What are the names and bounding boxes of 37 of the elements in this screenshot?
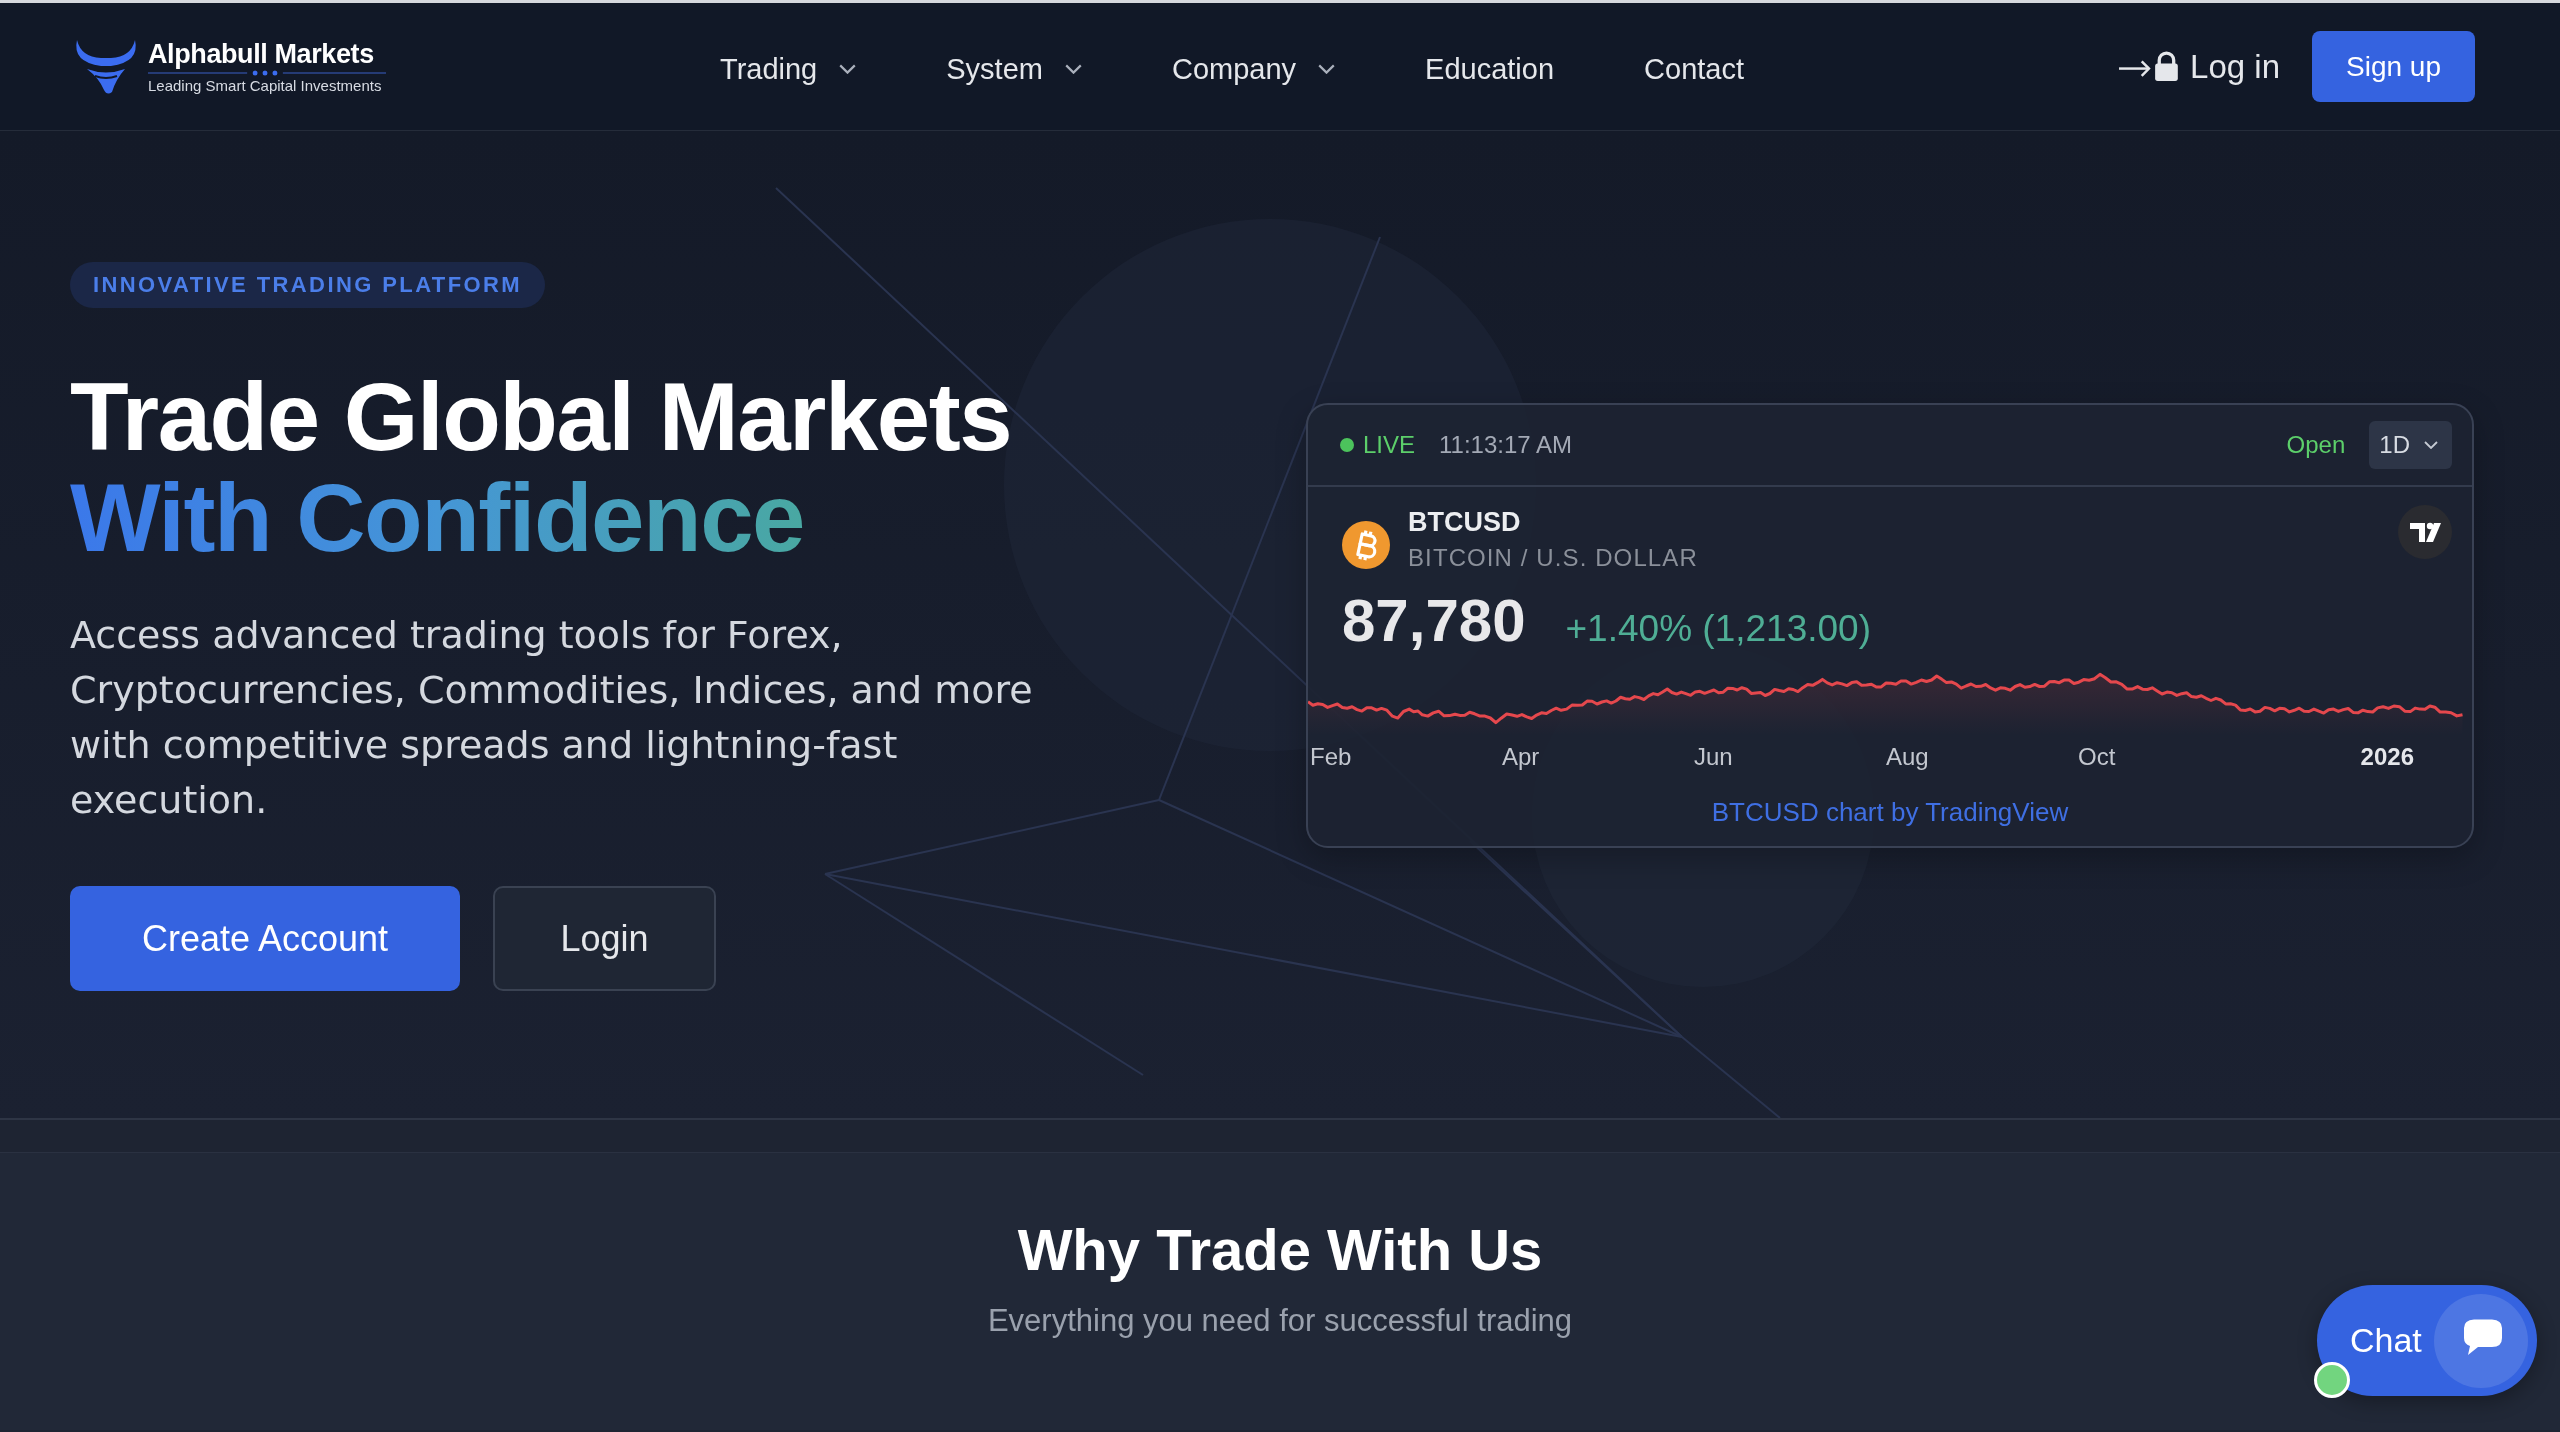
chevron-down-icon — [2424, 441, 2438, 449]
clock-time: 11:13:17 AM — [1439, 431, 1572, 459]
create-account-button[interactable]: Create Account — [70, 886, 460, 991]
nav-link[interactable]: Trading — [720, 52, 857, 86]
chat-bubble-icon — [2434, 1293, 2528, 1388]
market-status: Open — [2286, 431, 2346, 459]
price-value: 87,780 — [1342, 589, 1526, 653]
axis-label: Oct — [2078, 743, 2117, 772]
chevron-down-icon — [839, 64, 857, 74]
section-subtitle: Everything you need for successful trading — [987, 1302, 1573, 1340]
brand-name: Alphabull Markets — [148, 38, 375, 69]
hero-badge: INNOVATIVE TRADING PLATFORM — [70, 262, 545, 308]
nav-link[interactable]: Education — [1425, 52, 1555, 86]
signup-button[interactable]: Sign up — [2312, 31, 2475, 102]
interval-dropdown[interactable]: 1D — [2369, 421, 2452, 469]
axis-label: Apr — [1502, 743, 1541, 772]
login-button[interactable]: Login — [493, 886, 716, 991]
chevron-down-icon — [1064, 64, 1082, 74]
axis-label: 2026 — [2360, 743, 2414, 772]
nav-link[interactable]: System — [946, 52, 1082, 86]
ticker-description: BITCOIN / U.S. DOLLAR — [1408, 543, 1698, 573]
hero-heading: Trade Global Markets — [70, 366, 1011, 467]
axis-label: Jun — [1694, 743, 1734, 772]
axis-label: Feb — [1310, 743, 1353, 772]
coin-icon — [1342, 521, 1390, 569]
section-heading: Why Trade With Us — [1017, 1216, 1543, 1284]
axis-label: Aug — [1886, 743, 1930, 772]
price-change: +1.40% (1,213.00) — [1565, 608, 1871, 650]
nav-link[interactable]: Contact — [1644, 52, 1745, 86]
login-link[interactable]: Log in — [2118, 47, 2280, 86]
hero-description: Access advanced trading tools for Forex, Cryptocurrencies, Commodities, Indices, and more with competitive spreads and lightning-fast execution. — [70, 612, 1034, 824]
chevron-down-icon — [1318, 64, 1336, 74]
ticker-symbol: BTCUSD — [1408, 506, 1522, 539]
nav-link[interactable]: Company — [1171, 52, 1336, 86]
brand-tagline: Leading Smart Capital Investments — [148, 76, 383, 95]
logo-badge-icon[interactable] — [2398, 505, 2452, 559]
live-label: LIVE — [1363, 431, 1416, 459]
